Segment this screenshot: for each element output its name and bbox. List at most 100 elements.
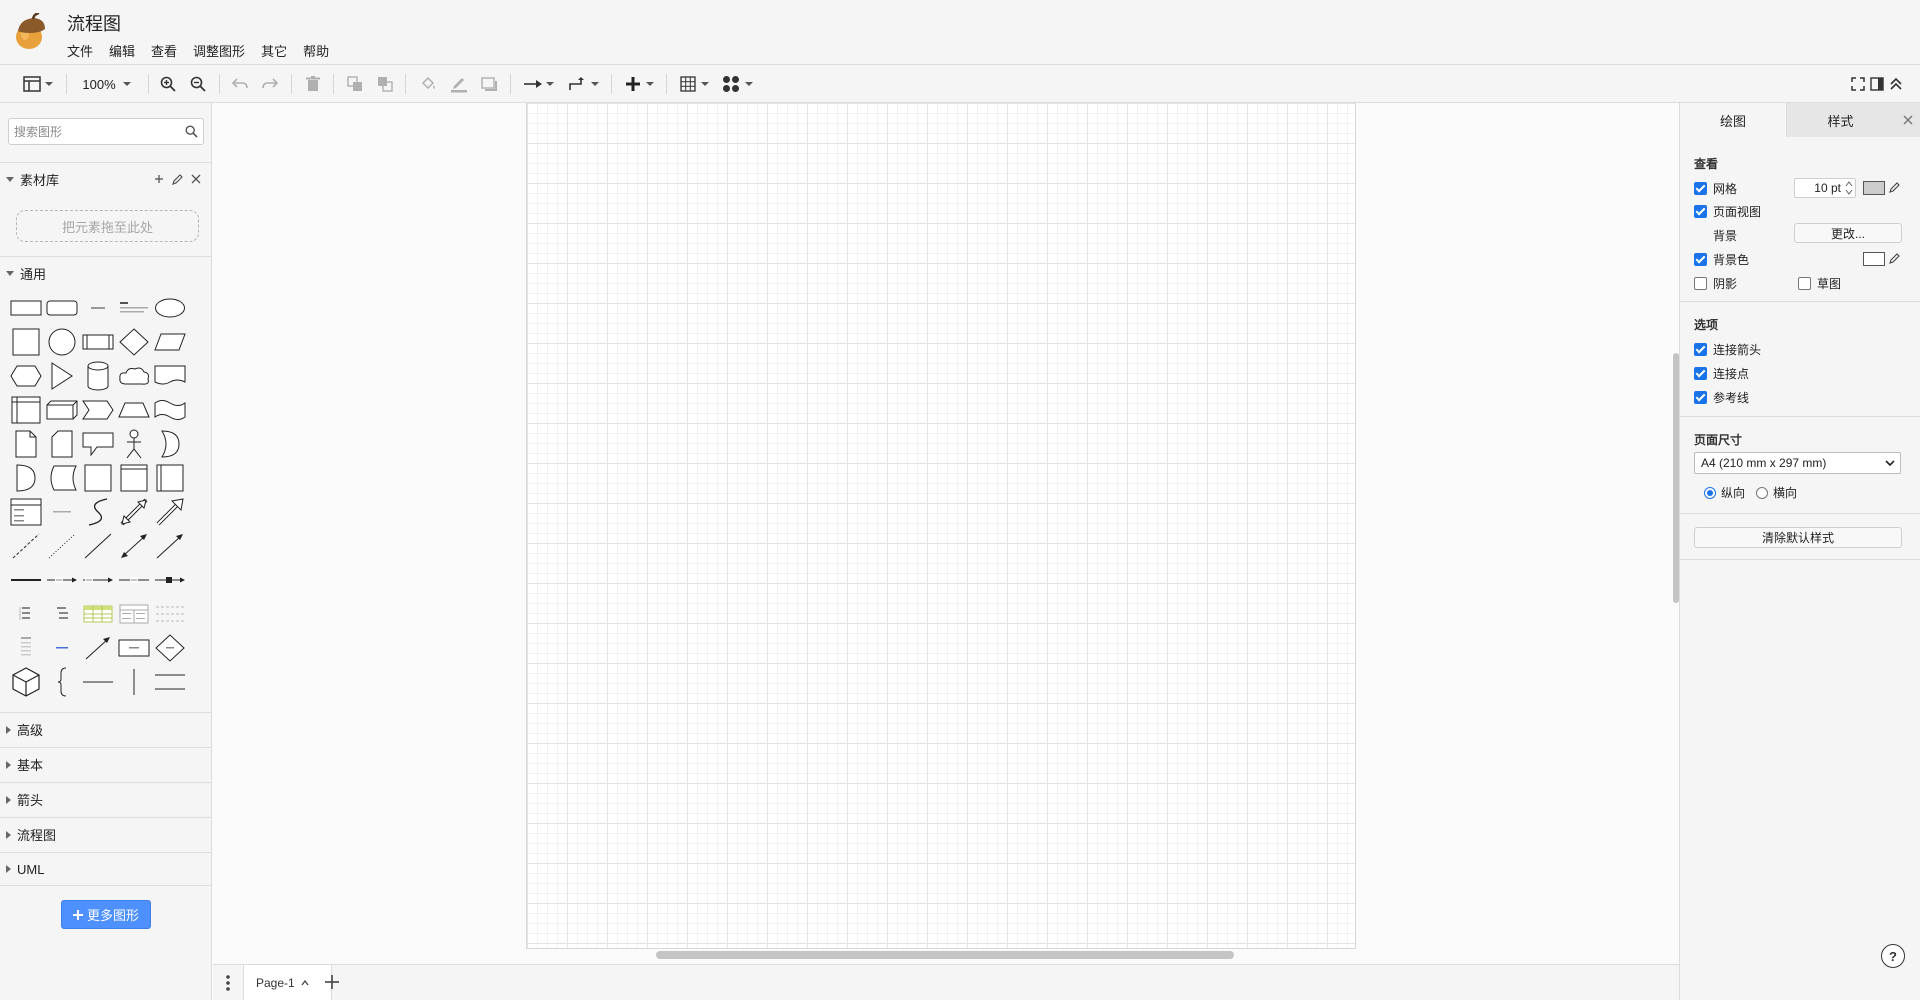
tab-diagram[interactable]: 绘图 [1680, 103, 1787, 137]
grid-checkbox[interactable] [1694, 182, 1707, 195]
shape-process[interactable] [81, 327, 115, 357]
chevron-up-icon[interactable] [301, 980, 309, 986]
page-size-select[interactable]: A4 (210 mm x 297 mm) [1694, 452, 1901, 474]
shape-ellipse[interactable] [153, 293, 187, 323]
insert-button[interactable] [622, 65, 658, 103]
add-icon[interactable] [154, 174, 164, 184]
shape-3d-cube[interactable] [9, 667, 43, 697]
shape-vertical-line[interactable] [117, 667, 151, 697]
shape-rounded-rectangle[interactable] [45, 293, 79, 323]
shape-label-box[interactable] [117, 633, 151, 663]
shape-bidirectional-connector[interactable] [117, 531, 151, 561]
shape-cylinder[interactable] [81, 361, 115, 391]
shape-text[interactable] [81, 293, 115, 323]
guides-option[interactable]: 参考线 [1694, 389, 1749, 406]
shape-list-item[interactable] [45, 497, 79, 527]
background-color-checkbox[interactable] [1694, 253, 1707, 266]
shape-tape[interactable] [153, 395, 187, 425]
connection-points-option[interactable]: 连接点 [1694, 365, 1749, 382]
menu-view[interactable]: 查看 [143, 41, 185, 60]
scratchpad-dropzone[interactable]: 把元素拖至此处 [16, 210, 199, 242]
shape-hexagon[interactable] [9, 361, 43, 391]
shape-square-2[interactable] [81, 463, 115, 493]
pencil-icon[interactable] [1889, 252, 1901, 264]
shape-table-green[interactable] [81, 599, 115, 629]
connection-arrows-option[interactable]: 连接箭头 [1694, 341, 1761, 358]
shape-tree-list[interactable] [9, 599, 43, 629]
landscape-option[interactable]: 横向 [1756, 484, 1797, 501]
shape-thick-link[interactable] [9, 565, 43, 595]
shape-callout[interactable] [81, 429, 115, 459]
search-icon[interactable] [185, 125, 198, 138]
landscape-radio[interactable] [1756, 486, 1768, 499]
shape-document[interactable] [153, 361, 187, 391]
shape-list[interactable] [9, 497, 43, 527]
shape-curve[interactable] [81, 497, 115, 527]
sketch-checkbox[interactable] [1798, 277, 1811, 290]
panel-layout-button[interactable] [18, 65, 58, 103]
zoom-out-button[interactable] [187, 65, 209, 103]
templates-button[interactable] [720, 65, 756, 103]
advanced-section-header[interactable]: 高级 [0, 712, 211, 746]
shape-diamond[interactable] [117, 327, 151, 357]
shape-cube[interactable] [45, 395, 79, 425]
basic-section-header[interactable]: 基本 [0, 747, 211, 781]
shape-line[interactable] [81, 531, 115, 561]
menu-help[interactable]: 帮助 [295, 41, 337, 60]
collapse-button[interactable] [1887, 65, 1905, 103]
page-tab[interactable]: Page-1 [243, 965, 332, 1000]
to-front-button[interactable] [344, 65, 366, 103]
uml-section-header[interactable]: UML [0, 852, 211, 886]
tab-style[interactable]: 样式 [1787, 103, 1894, 137]
menu-arrange[interactable]: 调整图形 [185, 41, 253, 60]
shape-rectangle[interactable] [9, 293, 43, 323]
format-panel-toggle[interactable] [1868, 65, 1886, 103]
sketch-option[interactable]: 草图 [1798, 275, 1841, 292]
redo-button[interactable] [259, 65, 281, 103]
shape-table[interactable] [117, 599, 151, 629]
shape-card[interactable] [45, 429, 79, 459]
page-view-option[interactable]: 页面视图 [1694, 203, 1761, 220]
shape-internal-storage[interactable] [9, 395, 43, 425]
shape-or[interactable] [153, 429, 187, 459]
portrait-option[interactable]: 纵向 [1704, 484, 1745, 501]
shape-parallelogram[interactable] [153, 327, 187, 357]
more-shapes-button[interactable]: 更多图形 [61, 900, 151, 929]
flowchart-section-header[interactable]: 流程图 [0, 817, 211, 851]
connection-style-button[interactable] [521, 65, 557, 103]
shape-curly-bracket[interactable] [45, 667, 79, 697]
shape-tree-list-2[interactable] [45, 599, 79, 629]
shape-dashed-table[interactable] [153, 599, 187, 629]
shape-textbox[interactable] [117, 293, 151, 323]
background-color-option[interactable]: 背景色 [1694, 251, 1749, 268]
shape-dashed-line[interactable] [9, 531, 43, 561]
shape-dotted-line[interactable] [45, 531, 79, 561]
scratchpad-section-header[interactable]: 素材库 [0, 162, 211, 196]
pencil-icon[interactable] [1889, 181, 1901, 193]
shape-labeled-connector[interactable] [45, 565, 79, 595]
grid-color-swatch[interactable] [1863, 181, 1885, 195]
to-back-button[interactable] [374, 65, 396, 103]
shape-circle[interactable] [45, 327, 79, 357]
shape-labeled-connector-3[interactable] [117, 565, 151, 595]
connection-points-checkbox[interactable] [1694, 367, 1707, 380]
shape-directional-connector[interactable] [153, 531, 187, 561]
shape-delay[interactable] [9, 463, 43, 493]
spinner-icon[interactable] [1845, 181, 1853, 195]
shape-labeled-connector-2[interactable] [81, 565, 115, 595]
shape-cloud[interactable] [117, 361, 151, 391]
search-input[interactable] [14, 123, 174, 141]
shape-link[interactable] [45, 633, 79, 663]
waypoints-button[interactable] [566, 65, 602, 103]
diagram-canvas[interactable] [213, 103, 1679, 964]
shape-decision[interactable] [153, 633, 187, 663]
delete-button[interactable] [302, 65, 324, 103]
shape-arrow[interactable] [153, 497, 187, 527]
shape-arrow-line[interactable] [81, 633, 115, 663]
general-section-header[interactable]: 通用 [0, 256, 211, 290]
shape-bidirectional-arrow[interactable] [117, 497, 151, 527]
background-color-swatch[interactable] [1863, 252, 1885, 266]
fill-color-button[interactable] [417, 65, 439, 103]
portrait-radio[interactable] [1704, 486, 1716, 499]
shape-container[interactable] [117, 463, 151, 493]
